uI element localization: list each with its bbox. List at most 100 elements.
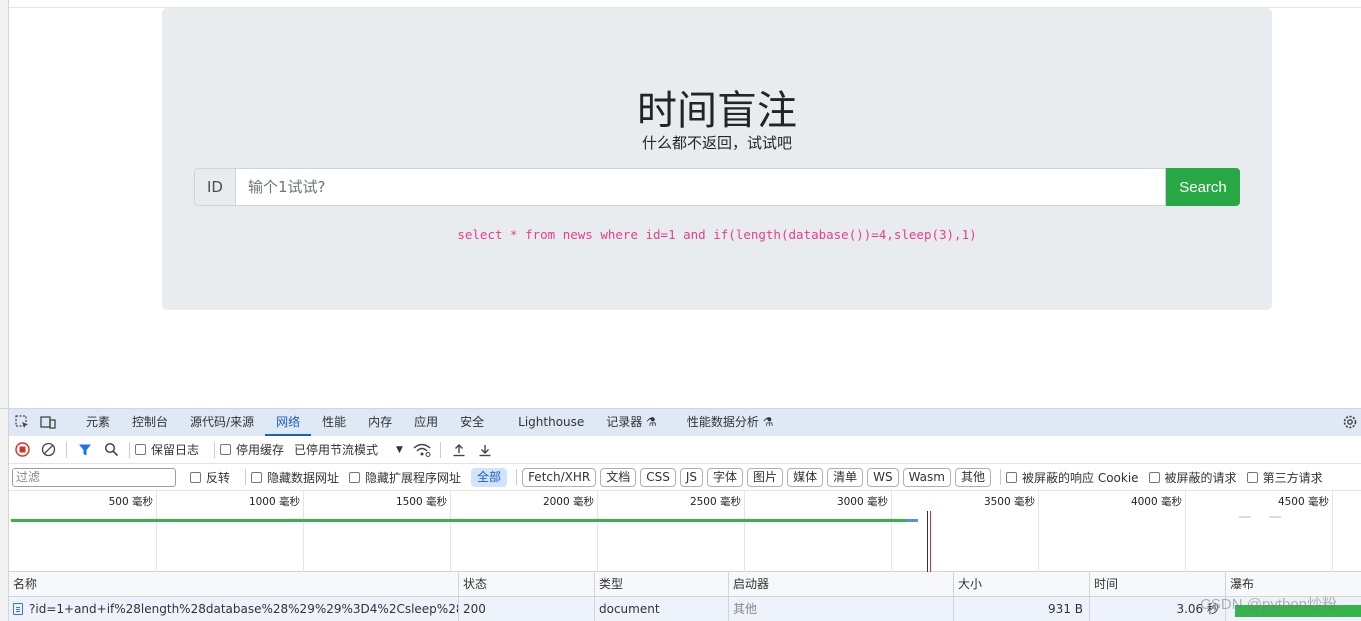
- hide-extension-urls-label: 隐藏扩展程序网址: [365, 470, 462, 485]
- timeline-tick: 4500 毫秒: [1278, 491, 1333, 572]
- tab-elements[interactable]: 元素: [75, 409, 121, 436]
- timeline-minor-mark: [1269, 516, 1281, 518]
- blocked-requests-checkbox[interactable]: 被屏蔽的请求: [1148, 469, 1237, 486]
- id-input[interactable]: [235, 168, 1166, 206]
- column-header-status[interactable]: 状态: [459, 572, 595, 597]
- throttle-label: 已停用节流模式: [294, 443, 379, 457]
- request-name-cell[interactable]: ?id=1+and+if%28length%28database%28%29%2…: [9, 597, 459, 621]
- column-header-name[interactable]: 名称: [9, 572, 459, 597]
- checkbox-box[interactable]: [349, 471, 361, 483]
- column-header-initiator[interactable]: 启动器: [729, 572, 954, 597]
- search-icon[interactable]: [98, 436, 124, 464]
- filter-chip-wasm[interactable]: Wasm: [902, 467, 951, 487]
- document-icon: [13, 603, 23, 615]
- clear-icon[interactable]: [35, 436, 61, 464]
- filter-chip-manifest[interactable]: 清单: [827, 467, 864, 487]
- devtools-tab-bar: 元素 控制台 源代码/来源 网络 性能 内存 应用 安全 Lighthouse …: [9, 409, 1361, 436]
- table-row[interactable]: ?id=1+and+if%28length%28database%28%29%2…: [9, 597, 1361, 621]
- settings-gear-icon[interactable]: [1341, 413, 1359, 431]
- checkbox-box[interactable]: [1148, 471, 1160, 483]
- sql-query-text: select * from news where id=1 and if(len…: [457, 227, 977, 242]
- load-event-marker: [930, 511, 931, 572]
- search-button[interactable]: Search: [1166, 168, 1240, 206]
- invert-label: 反转: [206, 470, 231, 485]
- filter-input[interactable]: 过滤: [12, 467, 176, 487]
- chevron-down-icon: ▼: [396, 444, 403, 455]
- filter-chip-media[interactable]: 媒体: [787, 467, 824, 487]
- third-party-checkbox[interactable]: 第三方请求: [1246, 469, 1323, 486]
- download-icon[interactable]: [472, 436, 498, 464]
- toolbar-separator: [66, 441, 67, 458]
- network-conditions-icon[interactable]: [409, 436, 435, 464]
- upload-icon[interactable]: [446, 436, 472, 464]
- request-size: 931 B: [954, 597, 1090, 621]
- page-subtitle: 什么都不返回，试试吧: [641, 134, 792, 152]
- column-header-type[interactable]: 类型: [595, 572, 729, 597]
- filter-chip-ws[interactable]: WS: [867, 467, 899, 487]
- timeline-tick: 4000 毫秒: [1131, 491, 1186, 572]
- inspect-element-icon[interactable]: [9, 409, 35, 436]
- flask-icon: ⚗: [762, 415, 774, 429]
- filter-chip-js[interactable]: JS: [679, 467, 704, 487]
- devtools-left-edge: [0, 409, 9, 621]
- checkbox-box[interactable]: [220, 444, 232, 455]
- toolbar-separator: [129, 441, 130, 458]
- timeline-tick-label: 500 毫秒: [108, 496, 153, 508]
- tab-network[interactable]: 网络: [265, 409, 312, 436]
- toolbar-separator: [214, 441, 216, 458]
- device-toolbar-icon[interactable]: [35, 409, 61, 436]
- csdn-watermark: CSDN @python炒粉: [1200, 596, 1337, 613]
- request-initiator: 其他: [729, 597, 954, 621]
- disable-cache-checkbox[interactable]: 停用缓存: [220, 441, 284, 458]
- tab-console[interactable]: 控制台: [121, 409, 179, 436]
- checkbox-box[interactable]: [1246, 471, 1258, 483]
- tab-performance-insights[interactable]: 性能数据分析 ⚗: [676, 409, 785, 436]
- network-overview-timeline[interactable]: 500 毫秒 1000 毫秒 1500 毫秒 2000 毫秒 2500 毫秒 3…: [9, 491, 1361, 572]
- filter-chip-css[interactable]: CSS: [640, 467, 676, 487]
- timeline-tick-label: 1500 毫秒: [395, 496, 447, 508]
- hide-data-urls-checkbox[interactable]: 隐藏数据网址: [251, 469, 339, 486]
- tab-performance-insights-label: 性能数据分析: [686, 415, 759, 429]
- tab-recorder[interactable]: 记录器 ⚗: [595, 409, 668, 436]
- filter-chip-font[interactable]: 字体: [707, 467, 744, 487]
- checkbox-box[interactable]: [135, 444, 146, 455]
- tab-performance[interactable]: 性能: [311, 409, 357, 436]
- filter-chip-doc[interactable]: 文档: [600, 467, 637, 487]
- blocked-cookies-label: 被屏蔽的响应 Cookie: [1022, 470, 1139, 485]
- toolbar-separator: [245, 469, 247, 485]
- blocked-cookies-checkbox[interactable]: 被屏蔽的响应 Cookie: [1006, 469, 1139, 486]
- timeline-tick-label: 3500 毫秒: [983, 496, 1035, 508]
- filter-chip-img[interactable]: 图片: [747, 467, 784, 487]
- page-title: 时间盲注: [637, 88, 797, 134]
- preserve-log-checkbox[interactable]: 保留日志: [135, 441, 199, 458]
- filter-funnel-icon[interactable]: [72, 436, 98, 464]
- timeline-download-bar: [906, 519, 918, 522]
- throttle-select[interactable]: 已停用节流模式 ▼: [294, 441, 403, 458]
- tab-security[interactable]: 安全: [449, 409, 495, 436]
- timeline-tick-label: 2000 毫秒: [542, 496, 594, 508]
- filter-chip-other[interactable]: 其他: [954, 467, 991, 487]
- network-toolbar: 保留日志 停用缓存 已停用节流模式 ▼: [9, 436, 1361, 464]
- tab-lighthouse[interactable]: Lighthouse: [507, 409, 595, 436]
- hide-extension-urls-checkbox[interactable]: 隐藏扩展程序网址: [349, 469, 461, 486]
- tab-sources[interactable]: 源代码/来源: [179, 409, 265, 436]
- checkbox-box[interactable]: [1006, 471, 1017, 483]
- stop-recording-icon[interactable]: [9, 436, 35, 464]
- flask-icon: ⚗: [646, 415, 657, 429]
- tab-memory[interactable]: 内存: [357, 409, 403, 436]
- timeline-request-bar: [11, 519, 916, 522]
- filter-chip-fetch-xhr[interactable]: Fetch/XHR: [522, 467, 597, 487]
- timeline-tick-label: 4500 毫秒: [1277, 496, 1329, 508]
- toolbar-separator: [439, 441, 441, 458]
- network-request-table: 名称 状态 类型 启动器 大小 时间 瀑布 ?id=1+and+if%28len…: [9, 572, 1361, 621]
- jumbotron: 时间盲注 什么都不返回，试试吧 ID Search select * from …: [162, 8, 1272, 310]
- checkbox-box[interactable]: [251, 471, 263, 483]
- tab-application[interactable]: 应用: [403, 409, 449, 436]
- preserve-log-label: 保留日志: [151, 443, 200, 457]
- invert-checkbox[interactable]: 反转: [190, 469, 230, 486]
- column-header-size[interactable]: 大小: [954, 572, 1090, 597]
- devtools-panel: 元素 控制台 源代码/来源 网络 性能 内存 应用 安全 Lighthouse …: [0, 408, 1361, 621]
- checkbox-box[interactable]: [190, 471, 201, 483]
- filter-chip-all[interactable]: 全部: [471, 467, 508, 487]
- timeline-minor-mark: [1239, 516, 1251, 518]
